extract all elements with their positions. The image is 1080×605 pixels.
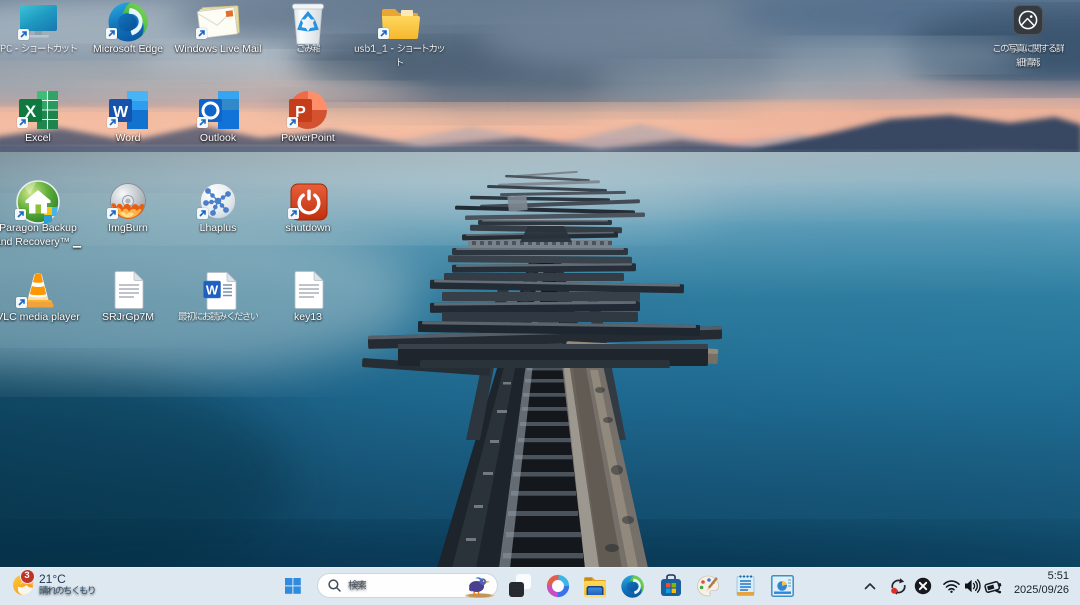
svg-text:W: W (206, 283, 219, 298)
